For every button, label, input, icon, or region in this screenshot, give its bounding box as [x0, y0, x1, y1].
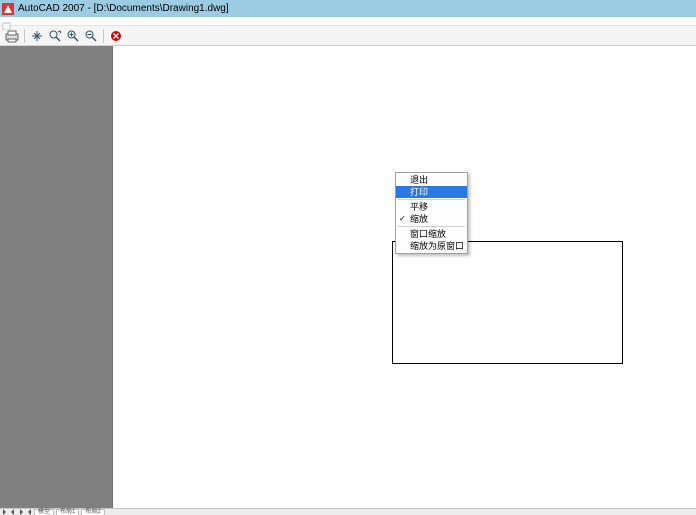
tab-nav-next-icon[interactable]	[18, 509, 24, 515]
tab-nav-last-icon[interactable]	[26, 509, 32, 515]
tab-nav-first-icon[interactable]	[2, 509, 8, 515]
zoom-in-button[interactable]	[65, 28, 81, 44]
drawing-canvas[interactable]: 退出 打印 平移 缩放 窗口缩放 缩放为原窗口	[113, 46, 696, 508]
plot-button[interactable]	[4, 28, 20, 44]
close-preview-button[interactable]	[108, 28, 124, 44]
zoom-out-button[interactable]	[83, 28, 99, 44]
work-area: 退出 打印 平移 缩放 窗口缩放 缩放为原窗口	[0, 46, 696, 508]
ctx-item-pan[interactable]: 平移	[396, 201, 467, 213]
toolbar-separator	[24, 29, 25, 43]
ctx-divider	[398, 226, 465, 227]
tab-nav-prev-icon[interactable]	[10, 509, 16, 515]
ctx-item-print[interactable]: 打印	[396, 186, 467, 198]
toolbar	[0, 26, 696, 46]
layout1-tab[interactable]: 布局1	[56, 509, 79, 515]
ctx-item-zoom-window[interactable]: 窗口缩放	[396, 228, 467, 240]
window-title: AutoCAD 2007 - [D:\Documents\Drawing1.dw…	[18, 0, 229, 17]
menu-bar[interactable]	[0, 17, 696, 26]
model-tab[interactable]: 模型	[34, 509, 54, 515]
ctx-item-zoom[interactable]: 缩放	[396, 213, 467, 225]
toolbar-separator	[103, 29, 104, 43]
ctx-item-exit[interactable]: 退出	[396, 174, 467, 186]
ctx-divider	[398, 199, 465, 200]
app-icon	[2, 3, 14, 15]
zoom-realtime-button[interactable]	[47, 28, 63, 44]
document-icon	[2, 17, 12, 25]
ctx-item-zoom-original[interactable]: 缩放为原窗口	[396, 240, 467, 252]
layout2-tab[interactable]: 布局2	[81, 509, 104, 515]
pan-button[interactable]	[29, 28, 45, 44]
left-gutter	[0, 46, 113, 508]
context-menu: 退出 打印 平移 缩放 窗口缩放 缩放为原窗口	[395, 172, 468, 254]
drawing-rectangle	[392, 241, 623, 364]
title-bar: AutoCAD 2007 - [D:\Documents\Drawing1.dw…	[0, 0, 696, 17]
status-bar: 模型 布局1 布局2	[0, 508, 696, 515]
